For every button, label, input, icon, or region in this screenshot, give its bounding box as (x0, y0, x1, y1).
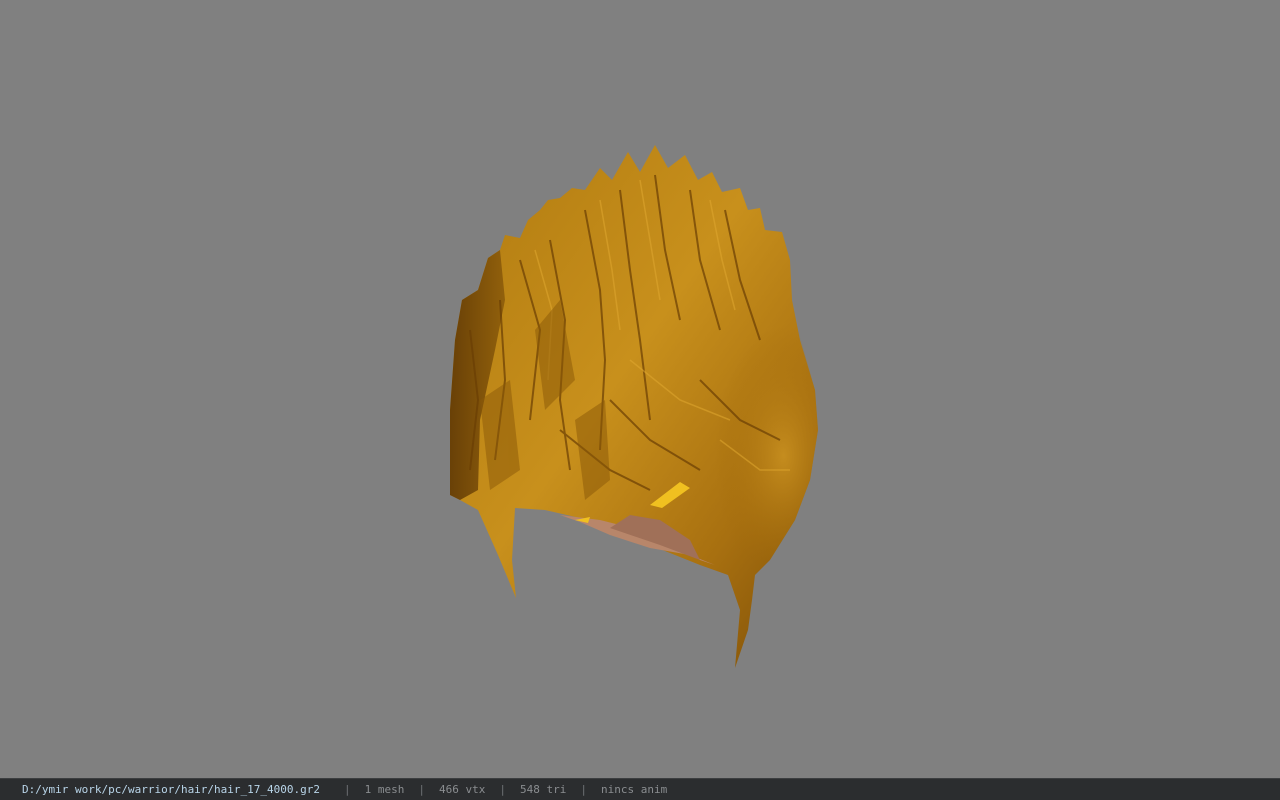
status-bar: D:/ymir work/pc/warrior/hair/hair_17_400… (0, 778, 1280, 800)
status-separator: | (580, 783, 587, 796)
status-separator: | (418, 783, 426, 796)
hair-back-highlight (680, 300, 818, 560)
hair-model-render (450, 145, 818, 668)
mesh-count: 1 mesh (364, 783, 405, 796)
file-path: D:/ymir work/pc/warrior/hair/hair_17_400… (22, 783, 321, 796)
3d-viewport[interactable] (0, 0, 1280, 778)
vertex-count: 466 vtx (439, 783, 486, 796)
anim-status: nincs anim (600, 783, 668, 796)
status-separator: | (344, 783, 351, 796)
status-separator: | (499, 783, 506, 796)
triangle-count: 548 tri (520, 783, 567, 796)
